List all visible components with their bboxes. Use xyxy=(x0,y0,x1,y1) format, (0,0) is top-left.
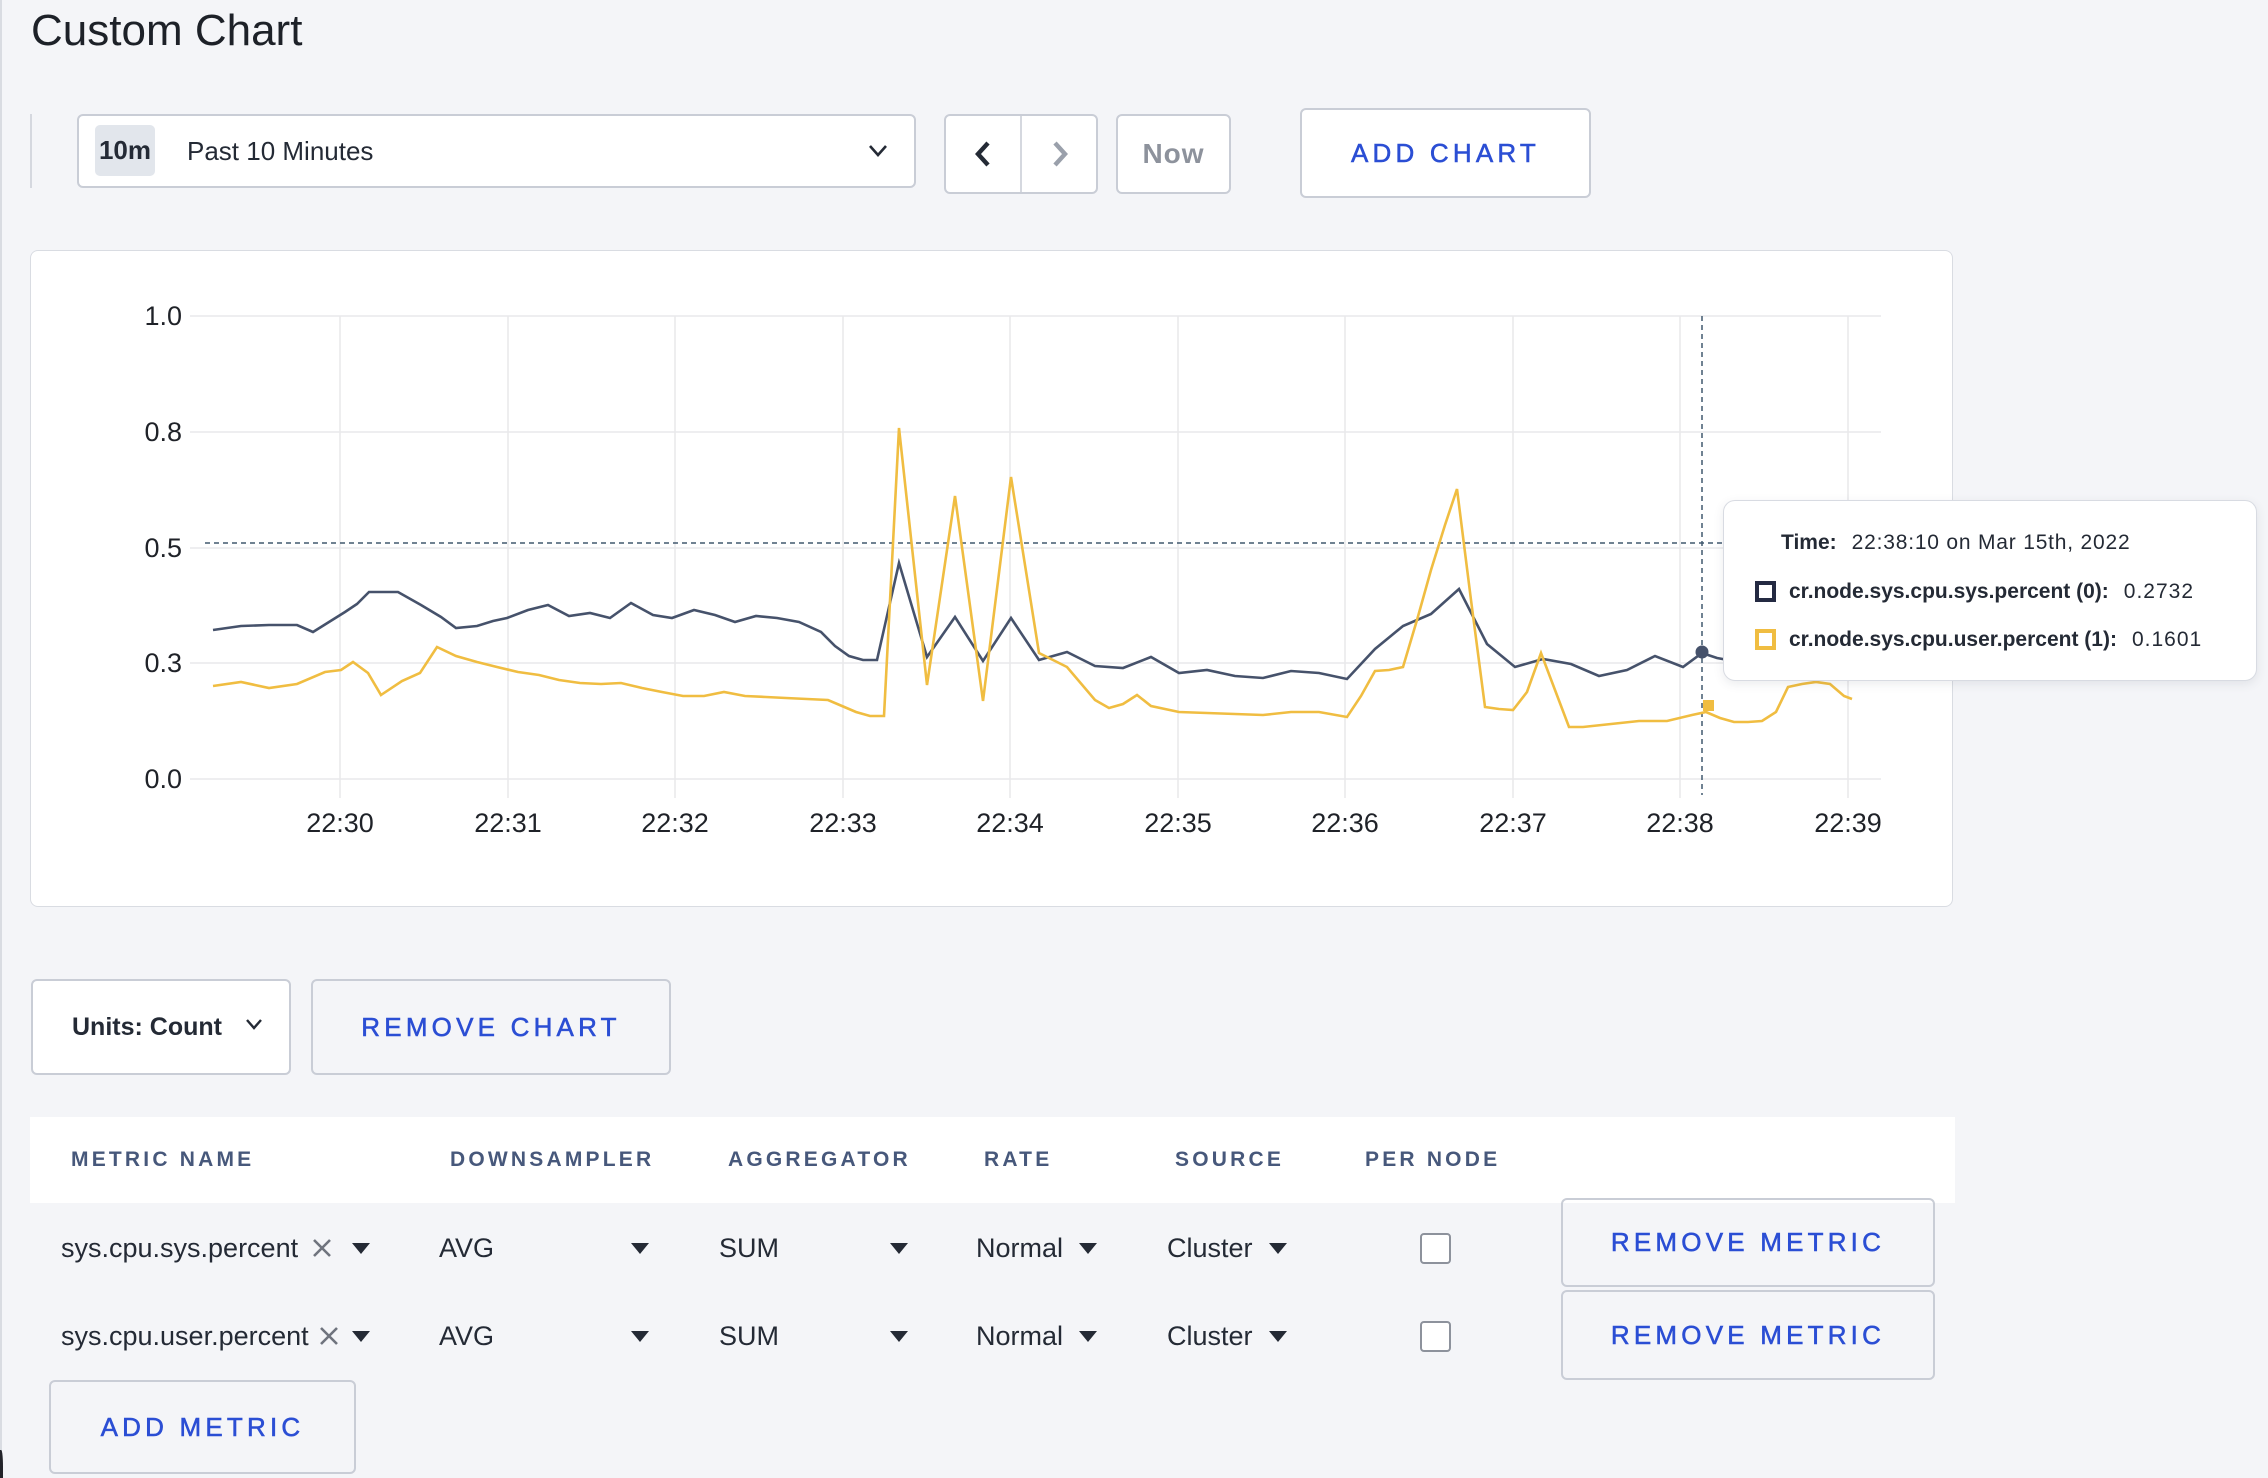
svg-text:22:39: 22:39 xyxy=(1814,808,1882,838)
svg-text:22:33: 22:33 xyxy=(809,808,877,838)
svg-text:0.5: 0.5 xyxy=(144,533,182,563)
svg-text:22:38: 22:38 xyxy=(1646,808,1714,838)
svg-text:0.0: 0.0 xyxy=(144,764,182,794)
svg-text:22:37: 22:37 xyxy=(1479,808,1547,838)
svg-text:22:31: 22:31 xyxy=(474,808,542,838)
svg-text:22:34: 22:34 xyxy=(976,808,1044,838)
svg-text:1.0: 1.0 xyxy=(144,301,182,331)
svg-text:22:35: 22:35 xyxy=(1144,808,1212,838)
svg-text:22:30: 22:30 xyxy=(306,808,374,838)
svg-text:22:32: 22:32 xyxy=(641,808,709,838)
svg-text:22:36: 22:36 xyxy=(1311,808,1379,838)
svg-text:0.8: 0.8 xyxy=(144,417,182,447)
svg-text:0.3: 0.3 xyxy=(144,648,182,678)
